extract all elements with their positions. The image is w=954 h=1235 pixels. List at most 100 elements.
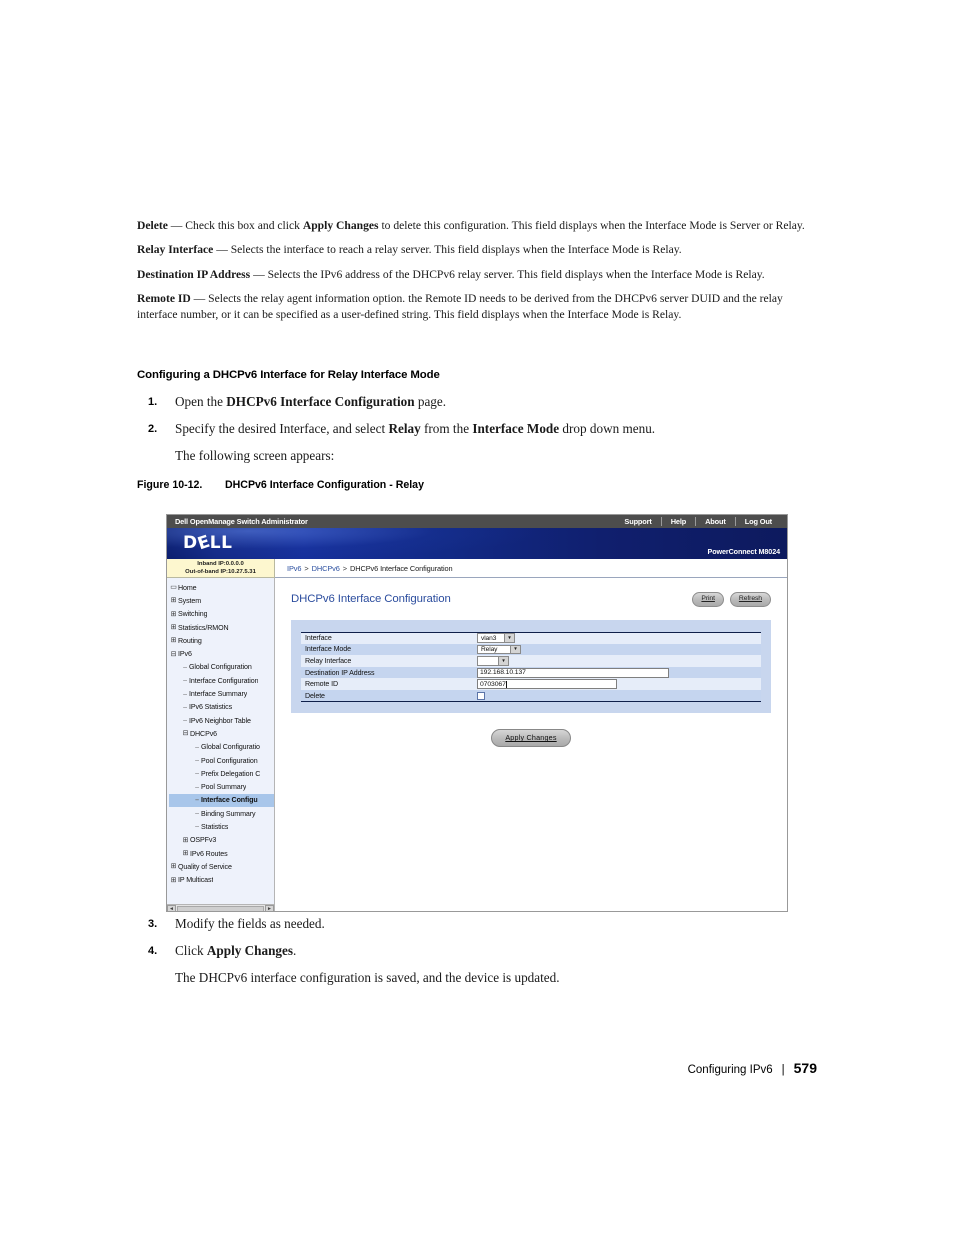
menu-item-support[interactable]: Support [615, 517, 660, 526]
tree-collapse-icon[interactable]: ⊟ [169, 651, 178, 658]
breadcrumb-item-current: DHCPv6 Interface Configuration [349, 563, 453, 573]
step-2-text-pre: Specify the desired Interface, and selec… [175, 421, 389, 436]
tree-item-pool-summary[interactable]: – Pool Summary [169, 780, 274, 793]
tree-item-ipv6-neighbor-table[interactable]: – IPv6 Neighbor Table [169, 714, 274, 727]
scroll-right-arrow-icon[interactable]: ► [265, 904, 274, 911]
tree-item-binding-summary[interactable]: – Binding Summary [169, 807, 274, 820]
input-remote-id[interactable]: 0703067 [477, 679, 617, 690]
form-row-relay-interface: Relay Interface ▼ [301, 655, 761, 667]
figure-caption: Figure 10-12. DHCPv6 Interface Configurat… [137, 479, 424, 491]
tree-item-label: Interface Configu [201, 796, 258, 805]
step-1-text-pre: Open the [175, 394, 227, 409]
tree-item-interface-summary[interactable]: – Interface Summary [169, 687, 274, 700]
tree-item-switching[interactable]: ⊞ Switching [169, 608, 274, 621]
breadcrumb-item-dhcpv6[interactable]: DHCPv6 [312, 564, 340, 573]
tree-expand-icon[interactable]: ⊞ [169, 611, 178, 618]
tree-item-label: Global Configuratio [201, 743, 260, 752]
select-relay-interface[interactable]: ▼ [477, 656, 509, 666]
step-2: 2. Specify the desired Interface, and sel… [137, 417, 827, 441]
menu-item-about[interactable]: About [695, 517, 735, 526]
chevron-down-icon[interactable]: ▼ [510, 645, 520, 654]
tree-item-label: System [178, 596, 202, 605]
tree-item-system[interactable]: ⊞ System [169, 594, 274, 607]
tree-expand-icon[interactable]: ⊞ [169, 863, 178, 870]
form-label-remote-id: Remote ID [305, 680, 339, 689]
app-body: Inband IP:0.0.0.0 Out-of-band IP:10.27.5… [167, 559, 787, 911]
tree-home-icon[interactable]: ▭ [169, 584, 178, 591]
scroll-left-arrow-icon[interactable]: ◄ [167, 904, 176, 911]
tree-item-label: Statistics [201, 822, 229, 831]
form-row-destination-ip-address: Destination IP Address 192.168.10.137 [301, 666, 761, 679]
tree-item-ospfv3[interactable]: ⊞ OSPFv3 [169, 834, 274, 847]
tree-leaf-dash-icon: – [195, 757, 199, 764]
tree-expand-icon[interactable]: ⊞ [169, 637, 178, 644]
tree-expand-icon[interactable]: ⊞ [169, 624, 178, 631]
tree-collapse-icon[interactable]: ⊟ [181, 730, 190, 737]
tree-item-label: OSPFv3 [190, 836, 217, 845]
tree-item-pool-configuration[interactable]: – Pool Configuration [169, 754, 274, 767]
tree-item-global-configuratio[interactable]: – Global Configuratio [169, 741, 274, 754]
config-panel: DHCPv6 Interface Configuration Print Ref… [275, 578, 787, 747]
tree-item-ipv6-routes[interactable]: ⊞ IPv6 Routes [169, 847, 274, 860]
breadcrumb-item-ipv6[interactable]: IPv6 [287, 564, 301, 573]
form-label-relay-interface: Relay Interface [305, 656, 352, 665]
tree-item-dhcpv6[interactable]: ⊟ DHCPv6 [169, 727, 274, 740]
tree-expand-icon[interactable]: ⊞ [181, 837, 190, 844]
input-value-remote-id: 0703067 [480, 680, 506, 688]
sidebar-horizontal-scrollbar[interactable]: ◄ ► [167, 904, 275, 911]
form-container: Interface vlan3 ▼ Interface Mode Relay ▼ Relay… [291, 619, 771, 714]
app-top-menu: Support Help About Log Out [615, 517, 781, 526]
page-footer: Configuring IPv6 | 579 [688, 1060, 817, 1076]
input-destination-ip-address[interactable]: 192.168.10.137 [477, 667, 669, 678]
text-caret [506, 680, 508, 688]
tree-expand-icon[interactable]: ⊞ [181, 850, 190, 857]
form-value-cell-delete [477, 690, 761, 702]
tree-leaf-dash-icon: – [195, 743, 199, 751]
tree-item-statistics[interactable]: – Statistics [169, 820, 274, 833]
tree-item-global-configuration[interactable]: – Global Configuration [169, 661, 274, 674]
tree-item-ipv6-statistics[interactable]: – IPv6 Statistics [169, 701, 274, 714]
app-sidebar: Inband IP:0.0.0.0 Out-of-band IP:10.27.5… [167, 559, 275, 911]
tree-item-statistics-rmon[interactable]: ⊞ Statistics/RMON [169, 621, 274, 634]
substep-following-screen: The following screen appears: [175, 448, 335, 463]
step-2-text-mid: from the [420, 421, 473, 436]
tree-item-label: Prefix Delegation C [201, 769, 261, 778]
tree-item-label: Routing [178, 636, 202, 645]
tree-leaf-dash-icon: – [195, 823, 199, 831]
tree-item-ip-multicast[interactable]: ⊞ IP Multicast [169, 874, 274, 887]
select-interface[interactable]: vlan3 ▼ [477, 633, 515, 643]
print-button[interactable]: Print [692, 592, 724, 607]
chevron-down-icon[interactable]: ▼ [498, 657, 508, 665]
tree-item-quality-of-service[interactable]: ⊞ Quality of Service [169, 860, 274, 873]
tree-item-ipv6[interactable]: ⊟ IPv6 [169, 647, 274, 660]
menu-item-help[interactable]: Help [660, 517, 695, 526]
tree-leaf-dash-icon: – [183, 717, 187, 725]
navigation-tree[interactable]: ▭ Home ⊞ System ⊞ Switching ⊞ Statistics/RMON ⊞ R… [167, 578, 275, 904]
definition-relay-interface: Relay Interface — Selects the interface … [137, 242, 813, 257]
tree-item-home[interactable]: ▭ Home [169, 581, 274, 594]
select-value-interface: vlan3 [481, 634, 497, 642]
breadcrumb: IPv6 > DHCPv6 > DHCPv6 Interface Configu… [275, 559, 787, 578]
panel-action-buttons: Print Refresh [692, 592, 771, 607]
tree-leaf-dash-icon: – [195, 796, 199, 804]
select-interface-mode[interactable]: Relay ▼ [477, 644, 521, 655]
tree-item-label: IP Multicast [178, 876, 214, 885]
tree-leaf-dash-icon: – [195, 810, 199, 818]
apply-changes-button[interactable]: Apply Changes [491, 729, 571, 747]
tree-item-prefix-delegation-c[interactable]: – Prefix Delegation C [169, 767, 274, 780]
tree-item-label: IPv6 Routes [190, 849, 228, 858]
refresh-button[interactable]: Refresh [729, 592, 771, 607]
step-2-number: 2. [148, 423, 158, 435]
step-1-number: 1. [148, 396, 158, 408]
chevron-down-icon[interactable]: ▼ [504, 634, 514, 642]
tree-item-interface-configuration[interactable]: – Interface Configuration [169, 674, 274, 687]
term-delete: Delete [137, 219, 168, 232]
checkbox-delete[interactable] [477, 691, 485, 700]
substep-configuration-saved: The DHCPv6 interface configuration is sa… [175, 970, 560, 985]
form-row-remote-id: Remote ID 0703067 [301, 678, 761, 690]
tree-item-routing[interactable]: ⊞ Routing [169, 634, 274, 647]
tree-item-interface-configu[interactable]: – Interface Configu [169, 793, 274, 808]
tree-expand-icon[interactable]: ⊞ [169, 597, 178, 604]
menu-item-log-out[interactable]: Log Out [734, 517, 781, 526]
tree-expand-icon[interactable]: ⊞ [169, 877, 178, 884]
